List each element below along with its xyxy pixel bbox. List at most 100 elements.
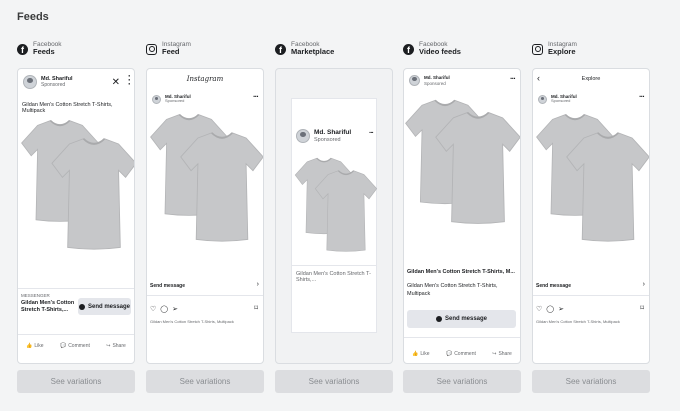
- product-image: [149, 113, 263, 243]
- comment-button[interactable]: 💬 Comment: [446, 351, 476, 357]
- thumbs-up-icon: 👍: [412, 351, 419, 357]
- action-bar: 👍 Like 💬 Comment ↪ Share: [18, 340, 134, 352]
- sponsored-label: Sponsored: [41, 82, 66, 89]
- headline: Gildan Men's Cotton Stretch T-Shirts, M.…: [407, 269, 515, 275]
- preview-facebook-marketplace: f Facebook Marketplace Md. Shariful Spon…: [275, 37, 393, 393]
- ad-header: Md. Shariful Sponsored: [23, 75, 72, 89]
- ad-header: Md. Shariful Sponsored: [409, 75, 450, 86]
- placement-name: Video feeds: [419, 47, 461, 57]
- see-variations-button[interactable]: See variations: [146, 370, 264, 393]
- instagram-actions: ♡ ◯ ➢: [150, 305, 178, 313]
- heart-icon[interactable]: ♡: [150, 305, 156, 313]
- messenger-icon: [78, 303, 85, 310]
- ad-header: Md. Shariful Sponsored: [296, 129, 352, 144]
- ad-header: Md. Shariful Sponsored: [538, 94, 577, 104]
- advertiser-name: Md. Shariful: [41, 75, 73, 82]
- placement-header: Instagram Explore: [532, 37, 650, 61]
- instagram-logo: Instagram: [186, 75, 224, 83]
- placement-header: f Facebook Marketplace: [275, 37, 393, 61]
- marketplace-tile: Md. Shariful Sponsored ··· Gildan Men's …: [291, 98, 378, 333]
- ad-preview-card[interactable]: Md. Shariful Sponsored ✕ · · · Gildan Men'…: [17, 68, 135, 364]
- instagram-icon: [532, 43, 543, 55]
- caption: Gildan Men's Cotton Stretch T-Shirts, Mu…: [536, 319, 620, 324]
- share-button[interactable]: ↪ Share: [492, 351, 512, 357]
- preview-facebook-video-feeds: f Facebook Video feeds Md. Shariful Spon…: [403, 37, 521, 393]
- comment-button[interactable]: 💬 Comment: [60, 343, 90, 349]
- ad-preview-card[interactable]: ‹ Explore Md. Shariful Sponsored ··· Sen…: [532, 68, 650, 364]
- bookmark-icon[interactable]: ⌑: [254, 304, 258, 312]
- close-icon[interactable]: ✕: [112, 77, 120, 88]
- comment-icon[interactable]: ◯: [160, 305, 168, 313]
- placement-header: f Facebook Feeds: [17, 37, 135, 61]
- sponsored-label: Sponsored: [314, 136, 341, 143]
- placement-header: Instagram Feed: [146, 37, 264, 61]
- like-button[interactable]: 👍 Like: [412, 351, 429, 357]
- preview-facebook-feeds: f Facebook Feeds Md. Shariful Sponsored …: [17, 37, 135, 393]
- ad-preview-card[interactable]: Instagram Md. Shariful Sponsored ··· Sen…: [146, 68, 264, 364]
- chevron-right-icon: ›: [642, 281, 645, 288]
- action-bar: 👍 Like 💬 Comment ↪ Share: [404, 348, 520, 360]
- explore-title: Explore: [581, 76, 601, 82]
- more-options-icon[interactable]: ···: [639, 92, 645, 101]
- placement-name: Marketplace: [291, 47, 335, 57]
- share-button[interactable]: ↪ Share: [106, 343, 126, 349]
- headline: Gildan Men's Cotton Stretch T-Shirts,...: [296, 271, 371, 283]
- more-options-icon[interactable]: ···: [369, 130, 374, 137]
- comment-icon: 💬: [59, 343, 67, 349]
- send-message-button[interactable]: Send message: [407, 310, 516, 328]
- page-title: Feeds: [17, 11, 49, 23]
- avatar: [296, 129, 310, 144]
- facebook-icon: f: [403, 43, 414, 55]
- ad-description: Gildan Men's Cotton Stretch T-Shirts, Mu…: [407, 283, 498, 297]
- advertiser-name: Md. Shariful: [314, 129, 352, 136]
- more-options-icon[interactable]: ···: [510, 74, 516, 83]
- send-icon[interactable]: ➢: [172, 305, 178, 313]
- share-icon: ↪: [492, 351, 497, 357]
- avatar: [23, 75, 37, 89]
- product-image: [535, 113, 649, 243]
- avatar: [409, 75, 420, 86]
- placement-name: Explore: [548, 47, 576, 57]
- more-options-icon[interactable]: ···: [253, 92, 259, 101]
- see-variations-button[interactable]: See variations: [17, 370, 135, 393]
- ad-preview-card[interactable]: Md. Shariful Sponsored ··· Gildan Men's …: [275, 68, 393, 364]
- advertiser-name: Md. Shariful: [424, 75, 450, 81]
- avatar: [538, 94, 547, 104]
- facebook-icon: f: [17, 43, 28, 55]
- comment-icon: 💬: [445, 351, 453, 357]
- see-variations-button[interactable]: See variations: [403, 370, 521, 393]
- placement-header: f Facebook Video feeds: [403, 37, 521, 61]
- instagram-icon: [146, 43, 157, 55]
- headline: Gildan Men's Cotton Stretch T-Shirts,...: [21, 300, 75, 314]
- placement-name: Feeds: [33, 47, 55, 57]
- send-message-link[interactable]: Send message: [150, 283, 185, 289]
- heart-icon[interactable]: ♡: [536, 305, 542, 313]
- ad-primary-text: Gildan Men's Cotton Stretch T-Shirts, Mu…: [22, 102, 113, 114]
- comment-icon[interactable]: ◯: [546, 305, 554, 313]
- see-variations-button[interactable]: See variations: [275, 370, 393, 393]
- facebook-icon: f: [275, 43, 286, 55]
- ad-preview-card[interactable]: Md. Shariful Sponsored ··· Gildan Men's …: [403, 68, 521, 364]
- messenger-icon: [435, 316, 442, 322]
- send-message-button[interactable]: Send message: [78, 298, 131, 315]
- bookmark-icon[interactable]: ⌑: [640, 304, 644, 312]
- sponsored-label: Sponsored: [551, 98, 571, 104]
- cta-caption: MESSENGER: [21, 293, 50, 298]
- more-options-icon[interactable]: ···: [128, 71, 131, 88]
- thumbs-up-icon: 👍: [26, 343, 33, 349]
- product-image: [404, 99, 520, 225]
- sponsored-label: Sponsored: [424, 80, 446, 86]
- caption: Gildan Men's Cotton Stretch T-Shirts, Mu…: [150, 319, 234, 324]
- avatar: [152, 94, 161, 104]
- see-variations-button[interactable]: See variations: [532, 370, 650, 393]
- share-icon: ↪: [106, 343, 111, 349]
- send-message-link[interactable]: Send message: [536, 283, 571, 289]
- preview-instagram-explore: Instagram Explore ‹ Explore Md. Shariful…: [532, 37, 650, 393]
- instagram-actions: ♡ ◯ ➢: [536, 305, 564, 313]
- preview-instagram-feed: Instagram Feed Instagram Md. Shariful Sp…: [146, 37, 264, 393]
- send-icon[interactable]: ➢: [558, 305, 564, 313]
- like-button[interactable]: 👍 Like: [26, 343, 43, 349]
- ad-header: Md. Shariful Sponsored: [152, 94, 191, 104]
- sponsored-label: Sponsored: [165, 98, 185, 104]
- placement-name: Feed: [162, 47, 180, 57]
